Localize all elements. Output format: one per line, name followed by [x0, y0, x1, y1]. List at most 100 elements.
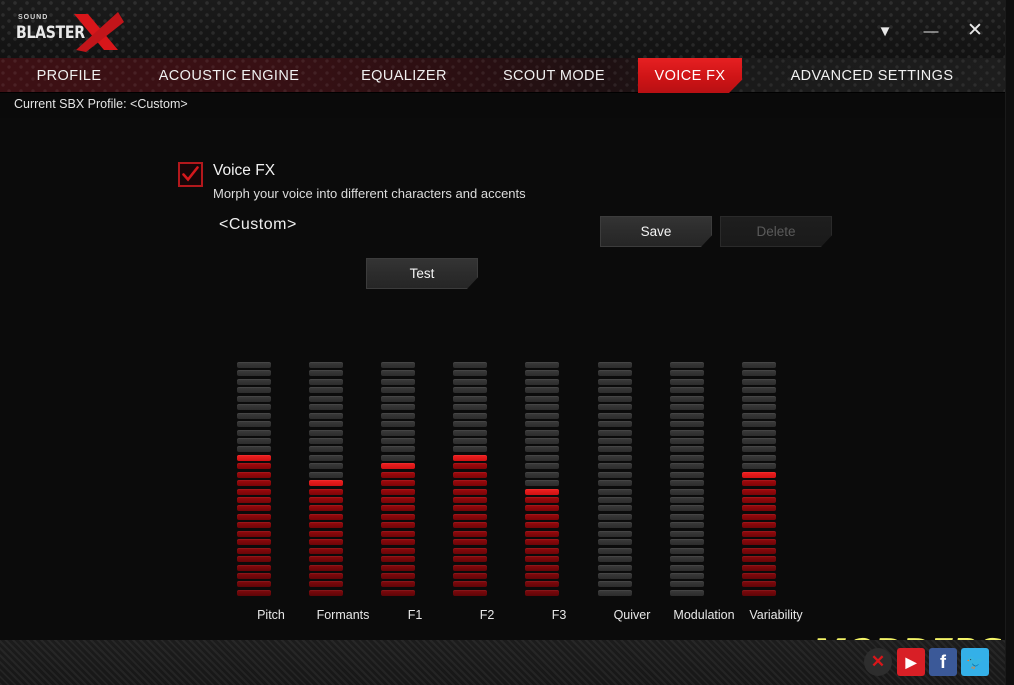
slider-segment[interactable] — [237, 522, 271, 528]
slider-segment[interactable] — [309, 362, 343, 368]
slider-segment[interactable] — [742, 370, 776, 376]
slider-segment[interactable] — [237, 362, 271, 368]
close-button[interactable]: ✕ — [962, 22, 988, 44]
slider-segment[interactable] — [670, 379, 704, 385]
slider-segment[interactable] — [742, 590, 776, 596]
slider-segment[interactable] — [381, 480, 415, 486]
slider-segment[interactable] — [598, 472, 632, 478]
slider-segment[interactable] — [381, 446, 415, 452]
slider-segment[interactable] — [381, 455, 415, 461]
slider-segment[interactable] — [525, 413, 559, 419]
slider-segment[interactable] — [309, 387, 343, 393]
tab-advanced-settings[interactable]: ADVANCED SETTINGS — [774, 58, 970, 93]
slider-segment[interactable] — [381, 413, 415, 419]
dropdown-button[interactable]: ▼ — [872, 22, 898, 44]
slider-segment[interactable] — [237, 463, 271, 469]
slider-segment[interactable] — [598, 531, 632, 537]
slider-segment[interactable] — [525, 446, 559, 452]
slider-segment[interactable] — [309, 472, 343, 478]
slider-segment[interactable] — [237, 505, 271, 511]
slider-segment[interactable] — [525, 522, 559, 528]
slider-segment[interactable] — [598, 480, 632, 486]
slider-segment[interactable] — [525, 489, 559, 495]
slider-segment[interactable] — [309, 430, 343, 436]
slider-segment[interactable] — [670, 455, 704, 461]
slider-segment[interactable] — [670, 522, 704, 528]
slider-segment[interactable] — [237, 379, 271, 385]
slider-segment[interactable] — [670, 362, 704, 368]
slider-segment[interactable] — [525, 573, 559, 579]
slider-segment[interactable] — [670, 590, 704, 596]
minimize-button[interactable]: — — [918, 22, 944, 44]
slider-segment[interactable] — [598, 573, 632, 579]
slider-segment[interactable] — [598, 463, 632, 469]
slider-segment[interactable] — [742, 430, 776, 436]
slider-segment[interactable] — [598, 387, 632, 393]
slider-segment[interactable] — [237, 531, 271, 537]
slider-segment[interactable] — [237, 497, 271, 503]
slider-segment[interactable] — [742, 505, 776, 511]
slider-segment[interactable] — [598, 446, 632, 452]
slider-segment[interactable] — [525, 548, 559, 554]
slider-segment[interactable] — [309, 396, 343, 402]
slider-segment[interactable] — [309, 446, 343, 452]
slider-segment[interactable] — [237, 472, 271, 478]
slider-segment[interactable] — [670, 480, 704, 486]
slider-segment[interactable] — [453, 421, 487, 427]
slider-formants[interactable] — [309, 362, 343, 598]
slider-segment[interactable] — [237, 370, 271, 376]
slider-segment[interactable] — [598, 396, 632, 402]
slider-segment[interactable] — [453, 522, 487, 528]
slider-segment[interactable] — [670, 463, 704, 469]
slider-segment[interactable] — [237, 590, 271, 596]
slider-segment[interactable] — [742, 463, 776, 469]
slider-segment[interactable] — [237, 446, 271, 452]
slider-segment[interactable] — [525, 463, 559, 469]
slider-segment[interactable] — [381, 539, 415, 545]
youtube-icon[interactable]: ▶ — [897, 648, 925, 676]
slider-segment[interactable] — [237, 396, 271, 402]
slider-segment[interactable] — [309, 522, 343, 528]
slider-segment[interactable] — [670, 396, 704, 402]
slider-segment[interactable] — [381, 404, 415, 410]
slider-segment[interactable] — [525, 531, 559, 537]
slider-segment[interactable] — [381, 514, 415, 520]
slider-segment[interactable] — [237, 413, 271, 419]
slider-segment[interactable] — [453, 548, 487, 554]
slider-segment[interactable] — [309, 514, 343, 520]
slider-segment[interactable] — [742, 565, 776, 571]
slider-segment[interactable] — [598, 370, 632, 376]
facebook-icon[interactable]: f — [929, 648, 957, 676]
slider-segment[interactable] — [381, 581, 415, 587]
slider-segment[interactable] — [670, 505, 704, 511]
slider-segment[interactable] — [453, 446, 487, 452]
slider-segment[interactable] — [670, 438, 704, 444]
slider-segment[interactable] — [381, 472, 415, 478]
slider-segment[interactable] — [453, 505, 487, 511]
slider-segment[interactable] — [309, 370, 343, 376]
slider-segment[interactable] — [598, 548, 632, 554]
slider-segment[interactable] — [381, 505, 415, 511]
slider-segment[interactable] — [742, 446, 776, 452]
tab-profile[interactable]: PROFILE — [14, 58, 124, 93]
slider-segment[interactable] — [309, 404, 343, 410]
slider-segment[interactable] — [670, 404, 704, 410]
slider-segment[interactable] — [670, 413, 704, 419]
slider-segment[interactable] — [381, 548, 415, 554]
slider-segment[interactable] — [453, 463, 487, 469]
slider-segment[interactable] — [381, 573, 415, 579]
slider-segment[interactable] — [670, 548, 704, 554]
slider-segment[interactable] — [237, 404, 271, 410]
tab-equalizer[interactable]: EQUALIZER — [340, 58, 468, 93]
slider-segment[interactable] — [670, 387, 704, 393]
slider-modulation[interactable] — [670, 362, 704, 598]
slider-segment[interactable] — [742, 421, 776, 427]
slider-segment[interactable] — [525, 497, 559, 503]
slider-segment[interactable] — [670, 565, 704, 571]
slider-segment[interactable] — [525, 404, 559, 410]
slider-segment[interactable] — [381, 430, 415, 436]
slider-segment[interactable] — [237, 438, 271, 444]
slider-segment[interactable] — [742, 531, 776, 537]
slider-segment[interactable] — [598, 505, 632, 511]
slider-segment[interactable] — [381, 362, 415, 368]
